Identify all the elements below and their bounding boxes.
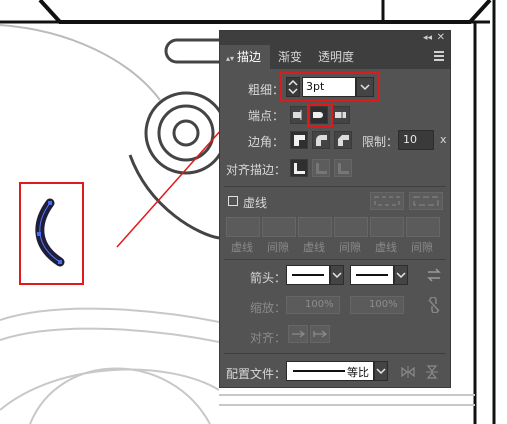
dash-field-3[interactable]: [370, 217, 404, 237]
arrow-align-label: 对齐：: [250, 331, 287, 345]
limit-input[interactable]: 10: [398, 130, 434, 150]
arrowheads-label: 箭头：: [250, 271, 287, 285]
start-arrowhead-select[interactable]: [286, 265, 330, 285]
highlight-box-cap: [307, 103, 333, 127]
align-outside-button[interactable]: [334, 159, 352, 177]
profile-value: 等比: [347, 366, 369, 379]
end-scale-input[interactable]: 100%: [350, 296, 404, 314]
flip-across-icon[interactable]: [424, 364, 440, 380]
highlight-box-weight: [280, 72, 380, 101]
arrow-tip-beyond-button[interactable]: [288, 325, 308, 343]
dashed-checkbox[interactable]: [228, 196, 238, 206]
panel-titlebar: ◂◂ ✕: [220, 31, 450, 45]
align-inside-button[interactable]: [312, 159, 330, 177]
flip-along-icon[interactable]: [400, 364, 416, 380]
stroke-panel: ◂◂ ✕ ▴▾描边 渐变 透明度 粗细： 3pt 端点： 边角： 限制： 10: [219, 30, 451, 388]
panel-menu-icon[interactable]: [434, 51, 444, 61]
swap-arrowheads-icon[interactable]: [426, 267, 442, 283]
divider: [224, 186, 446, 187]
arrow-tip-at-end-button[interactable]: [310, 325, 330, 343]
gap-field-2[interactable]: [334, 217, 368, 237]
dash-slot-label: 虚线: [303, 241, 325, 254]
end-arrowhead-dropdown-icon[interactable]: [394, 265, 408, 285]
round-join-button[interactable]: [312, 131, 330, 149]
tab-transparency[interactable]: 透明度: [312, 45, 360, 69]
gap-slot-label: 间隙: [339, 241, 361, 254]
tab-arrows-icon: ▴▾: [226, 54, 235, 63]
corner-label: 边角：: [248, 135, 285, 149]
cap-label: 端点：: [248, 109, 285, 123]
highlight-box-path: [19, 182, 84, 285]
projecting-cap-button[interactable]: [332, 106, 350, 124]
panel-tabs: ▴▾ 描边 渐变 透明度: [220, 45, 450, 69]
tab-gradient[interactable]: 渐变: [272, 45, 308, 69]
gap-slot-label: 间隙: [267, 241, 289, 254]
profile-dropdown-icon[interactable]: [374, 361, 388, 381]
start-arrowhead-dropdown-icon[interactable]: [330, 265, 344, 285]
dash-slot-label: 虚线: [231, 241, 253, 254]
collapse-icon[interactable]: ◂◂: [423, 31, 432, 45]
gap-field-3[interactable]: [406, 217, 440, 237]
scale-label: 缩放：: [250, 301, 287, 315]
link-scale-icon[interactable]: [426, 296, 442, 314]
align-center-button[interactable]: [290, 159, 308, 177]
gap-slot-label: 间隙: [411, 241, 433, 254]
dash-field-1[interactable]: [226, 217, 260, 237]
weight-label: 粗细：: [248, 83, 285, 97]
divider: [224, 259, 446, 260]
bevel-join-button[interactable]: [334, 131, 352, 149]
butt-cap-button[interactable]: [290, 106, 308, 124]
miter-join-button[interactable]: [290, 131, 308, 149]
dashed-label: 虚线: [243, 196, 268, 210]
dash-slot-label: 虚线: [375, 241, 397, 254]
tab-stroke[interactable]: ▴▾ 描边: [220, 45, 270, 69]
limit-label: 限制：: [362, 135, 399, 149]
start-scale-input[interactable]: 100%: [286, 296, 340, 314]
profile-select[interactable]: 等比: [286, 361, 374, 381]
profile-label: 配置文件：: [226, 367, 287, 381]
divider: [224, 353, 446, 354]
close-icon[interactable]: ✕: [437, 31, 445, 45]
end-arrowhead-select[interactable]: [350, 265, 394, 285]
dash-preserve-button[interactable]: [370, 192, 404, 210]
gap-field-1[interactable]: [262, 217, 296, 237]
dash-field-2[interactable]: [298, 217, 332, 237]
limit-unit: x: [440, 133, 447, 146]
align-stroke-label: 对齐描边：: [226, 163, 287, 177]
dash-align-corners-button[interactable]: [409, 192, 443, 210]
